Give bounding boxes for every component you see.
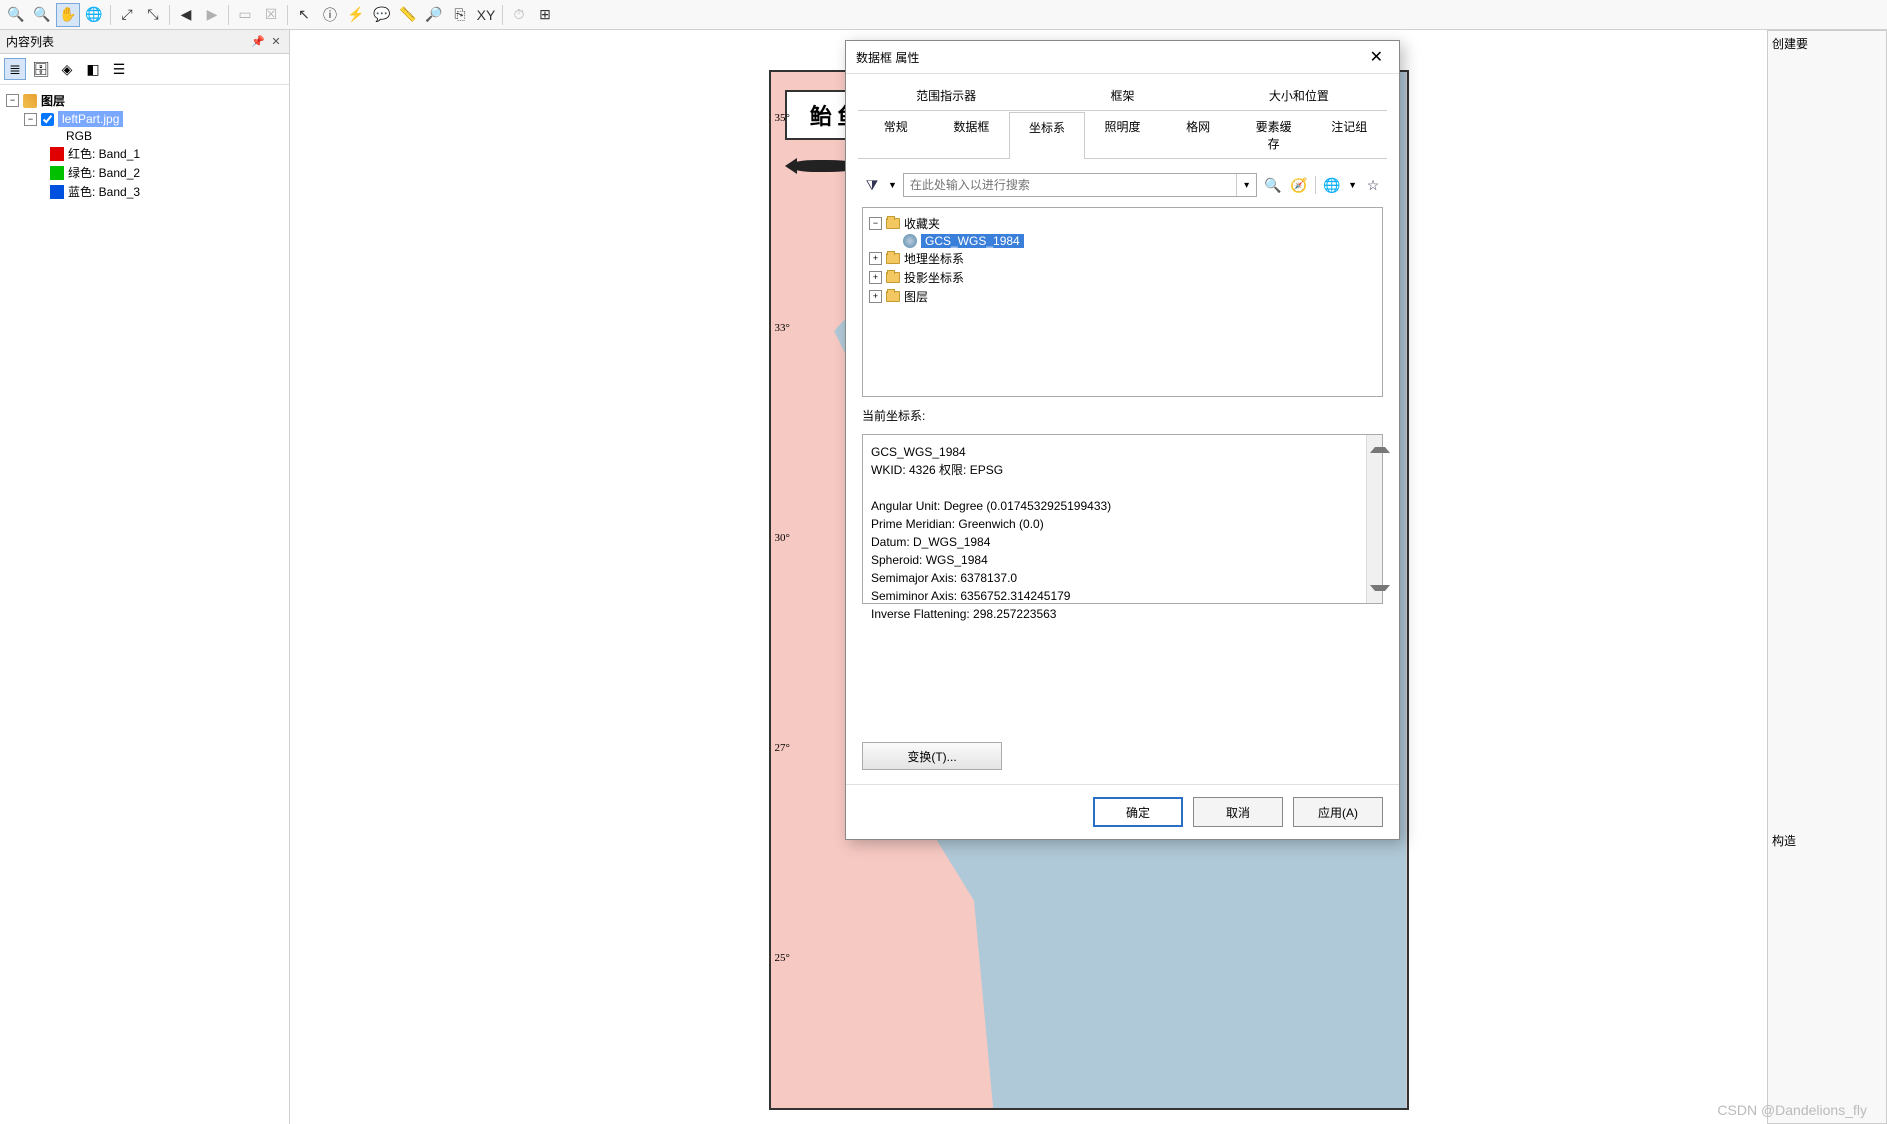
channel-label: RGB (66, 129, 92, 143)
tab-常规[interactable]: 常规 (858, 111, 934, 158)
crs-search-input[interactable] (904, 174, 1236, 196)
current-crs-label: 当前坐标系: (862, 407, 1383, 424)
transform-button[interactable]: 变换(T)... (862, 742, 1002, 770)
geographic-crs-folder: 地理坐标系 (904, 250, 964, 267)
close-icon[interactable]: ✕ (269, 35, 283, 49)
xy-icon[interactable]: XY (474, 3, 498, 27)
tab-格网[interactable]: 格网 (1160, 111, 1236, 158)
expand-icon[interactable]: − (6, 94, 19, 107)
layer-visibility-checkbox[interactable] (41, 113, 54, 126)
projected-crs-folder: 投影坐标系 (904, 269, 964, 286)
pan-icon[interactable]: ✋ (56, 3, 80, 27)
list-by-selection-icon[interactable]: ◧ (82, 58, 104, 80)
tab-大小和位置[interactable]: 大小和位置 (1211, 80, 1387, 110)
pointer-icon[interactable]: ↖ (292, 3, 316, 27)
color-swatch (50, 147, 64, 161)
cancel-button[interactable]: 取消 (1193, 797, 1283, 827)
filter-icon[interactable]: ⧩ (862, 175, 882, 195)
crs-search-combo[interactable]: ▾ (903, 173, 1257, 197)
main-toolbar: 🔍🔍✋🌐⤢⤡◀▶▭☒↖ⓘ⚡💬📏🔎⎘XY⏱⊞ (0, 0, 1887, 30)
root-layer-label[interactable]: 图层 (41, 92, 65, 109)
identify-icon[interactable]: ⓘ (318, 3, 342, 27)
toc-view-buttons: ≣ 🗄 ◈ ◧ ☰ (0, 54, 289, 85)
tab-照明度[interactable]: 照明度 (1085, 111, 1161, 158)
table-of-contents: 内容列表 📌 ✕ ≣ 🗄 ◈ ◧ ☰ − 图层 − leftPart.jpg (0, 30, 290, 1124)
tab-要素缓存[interactable]: 要素缓存 (1236, 111, 1312, 158)
close-icon[interactable]: ✕ (1364, 47, 1389, 67)
create-features-panel: 创建要 构造 (1767, 30, 1887, 1124)
color-swatch (50, 185, 64, 199)
select-rect-icon[interactable]: ▭ (233, 3, 257, 27)
folder-icon (886, 253, 900, 264)
layers-crs-folder: 图层 (904, 288, 928, 305)
tab-坐标系[interactable]: 坐标系 (1009, 112, 1085, 159)
options-icon[interactable]: ☰ (108, 58, 130, 80)
layer-name[interactable]: leftPart.jpg (58, 111, 123, 127)
create-features-title: 创建要 (1772, 35, 1882, 52)
list-by-source-icon[interactable]: 🗄 (30, 58, 52, 80)
pin-icon[interactable]: 📌 (251, 35, 265, 49)
crs-tree[interactable]: −收藏夹 GCS_WGS_1984 +地理坐标系 +投影坐标系 +图层 (862, 207, 1383, 397)
time-slider-icon[interactable]: ⏱ (507, 3, 531, 27)
folder-icon (886, 218, 900, 229)
expand-icon[interactable]: − (24, 113, 37, 126)
chevron-down-icon[interactable]: ▾ (1236, 174, 1256, 196)
dialog-tabs-row1: 范围指示器框架大小和位置 (858, 80, 1387, 111)
data-frame-properties-dialog: 数据框 属性 ✕ 范围指示器框架大小和位置 常规数据框坐标系照明度格网要素缓存注… (845, 40, 1400, 840)
layers-icon (23, 94, 37, 108)
ok-button[interactable]: 确定 (1093, 797, 1183, 827)
scrollbar[interactable] (1366, 435, 1382, 603)
layer-tree: − 图层 − leftPart.jpg RGB 红色: Band_1 绿色: Ba… (0, 85, 289, 207)
band-label: 绿色: Band_2 (68, 164, 140, 181)
crs-detail: GCS_WGS_1984 WKID: 4326 权限: EPSG Angular… (862, 434, 1383, 604)
color-swatch (50, 166, 64, 180)
folder-icon (886, 272, 900, 283)
html-popup-icon[interactable]: 💬 (370, 3, 394, 27)
tab-范围指示器[interactable]: 范围指示器 (858, 80, 1034, 110)
full-extent-icon[interactable]: 🌐 (82, 3, 106, 27)
goto-icon[interactable]: ⎘ (448, 3, 472, 27)
band-label: 蓝色: Band_3 (68, 183, 140, 200)
zoom-in-icon[interactable]: 🔍 (4, 3, 28, 27)
back-icon[interactable]: ◀ (174, 3, 198, 27)
clear-select-icon[interactable]: ☒ (259, 3, 283, 27)
watermark: CSDN @Dandelions_fly (1717, 1102, 1867, 1118)
folder-icon (886, 291, 900, 302)
band-label: 红色: Band_1 (68, 145, 140, 162)
crs-selected: GCS_WGS_1984 (921, 234, 1024, 248)
zoom-in-fixed-icon[interactable]: ⤢ (115, 3, 139, 27)
tab-框架[interactable]: 框架 (1034, 80, 1210, 110)
forward-icon[interactable]: ▶ (200, 3, 224, 27)
zoom-out-icon[interactable]: 🔍 (30, 3, 54, 27)
globe-icon (903, 234, 917, 248)
zoom-out-fixed-icon[interactable]: ⤡ (141, 3, 165, 27)
list-by-visibility-icon[interactable]: ◈ (56, 58, 78, 80)
search-icon[interactable]: 🔍 (1263, 175, 1283, 195)
apply-button[interactable]: 应用(A) (1293, 797, 1383, 827)
favorites-folder: 收藏夹 (904, 215, 940, 232)
tab-注记组[interactable]: 注记组 (1311, 111, 1387, 158)
tab-数据框[interactable]: 数据框 (934, 111, 1010, 158)
list-by-drawing-icon[interactable]: ≣ (4, 58, 26, 80)
dialog-tabs-row2: 常规数据框坐标系照明度格网要素缓存注记组 (858, 111, 1387, 159)
dialog-title: 数据框 属性 (856, 49, 919, 66)
viewer-icon[interactable]: ⊞ (533, 3, 557, 27)
construction-label: 构造 (1772, 832, 1882, 849)
locate-icon[interactable]: 🧭 (1289, 175, 1309, 195)
find-icon[interactable]: 🔎 (422, 3, 446, 27)
flash-icon[interactable]: ⚡ (344, 3, 368, 27)
toc-title: 内容列表 (6, 33, 54, 50)
measure-icon[interactable]: 📏 (396, 3, 420, 27)
globe-icon[interactable]: 🌐 (1322, 175, 1342, 195)
favorite-icon[interactable]: ☆ (1363, 175, 1383, 195)
